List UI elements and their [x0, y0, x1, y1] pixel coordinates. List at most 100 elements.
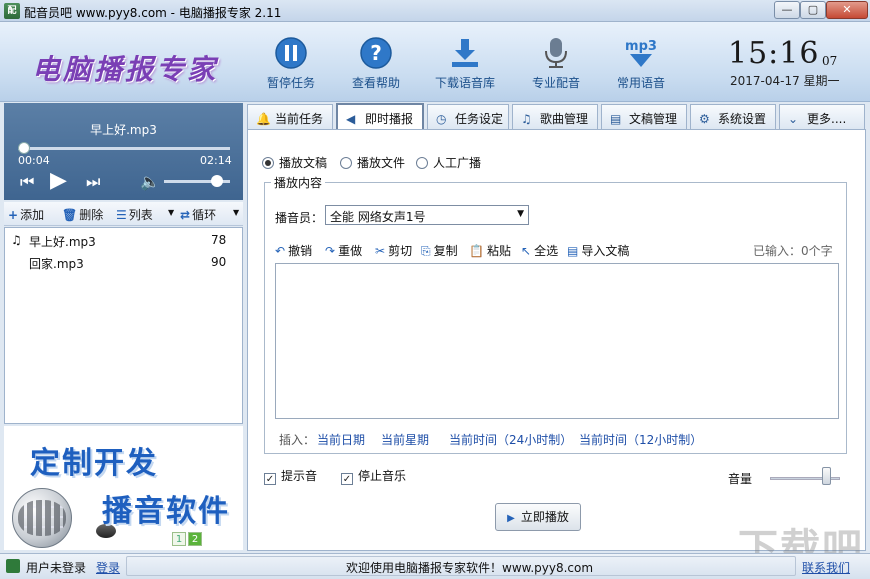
speaker-select[interactable]: 全能 网络女声1号 ▼	[325, 205, 529, 225]
contact-us-link[interactable]: 联系我们	[802, 559, 850, 576]
loop-dropdown-icon[interactable]: ▼	[233, 208, 239, 217]
insert-row: 插入： 当前日期 当前星期 当前时间（24小时制） 当前时间（12小时制）	[277, 429, 847, 447]
ad-banner[interactable]: 定制开发 播音软件 1 2	[4, 426, 243, 550]
tab-system-settings[interactable]: ⚙ 系统设置	[690, 104, 776, 129]
login-link[interactable]: 登录	[96, 559, 120, 576]
import-document-label: 导入文稿	[581, 244, 630, 258]
tab-current-task[interactable]: 🔔 当前任务	[247, 104, 333, 129]
select-all-button[interactable]: ↖ 全选	[521, 242, 558, 259]
tab-instant-broadcast[interactable]: ◀ 即时播报	[336, 103, 424, 130]
track-name: 回家.mp3	[29, 257, 84, 271]
insert-weekday-link[interactable]: 当前星期	[381, 431, 429, 448]
bell-icon: 🔔	[256, 112, 271, 126]
tab-label: 更多....	[807, 112, 847, 126]
checkbox-label: 提示音	[281, 469, 318, 483]
radio-play-file[interactable]: 播放文件	[340, 154, 405, 171]
prompt-sound-checkbox[interactable]: ✓ 提示音	[264, 467, 317, 485]
instant-broadcast-panel: 播放文稿 播放文件 人工广播 播放内容 播音员： 全能 网络女声1号 ▼ ↶ 撤销…	[247, 129, 866, 551]
window-title: 配音员吧 www.pyy8.com - 电脑播报专家 2.11	[24, 6, 282, 20]
speaker-value: 全能 网络女声1号	[330, 210, 426, 224]
delete-label: 删除	[79, 208, 104, 222]
tab-label: 任务设定	[455, 112, 504, 126]
insert-time-24h-link[interactable]: 当前时间（24小时制）	[449, 431, 572, 448]
radio-manual-broadcast[interactable]: 人工广播	[416, 154, 481, 171]
checkbox-label: 停止音乐	[358, 469, 407, 483]
cursor-icon: ↖	[521, 244, 532, 258]
minimize-button[interactable]: —	[774, 1, 800, 19]
insert-date-link[interactable]: 当前日期	[317, 431, 365, 448]
maximize-button[interactable]: ▢	[800, 1, 826, 19]
speaker-label: 播音员：	[275, 211, 324, 225]
loop-button[interactable]: ⇄ 循环	[180, 206, 216, 223]
pause-task-label: 暂停任务	[266, 76, 315, 90]
tab-label: 当前任务	[275, 112, 324, 126]
tab-document-management[interactable]: ▤ 文稿管理	[601, 104, 687, 129]
app-icon: 配	[4, 3, 20, 19]
ad-page-2[interactable]: 2	[188, 532, 202, 546]
tab-song-management[interactable]: ♫ 歌曲管理	[512, 104, 598, 129]
input-count: 已输入：0个字	[753, 244, 833, 258]
track-count: 78	[211, 233, 227, 247]
broadcast-text-area[interactable]	[275, 263, 839, 419]
radio-play-document[interactable]: 播放文稿	[262, 154, 327, 171]
play-now-button[interactable]: ▶ 立即播放	[495, 503, 581, 531]
status-bar: 用户未登录 登录 欢迎使用电脑播报专家软件！www.pyy8.com 联系我们	[0, 553, 870, 579]
radio-label: 播放文稿	[279, 156, 328, 170]
copy-label: 复制	[433, 244, 458, 258]
stop-music-checkbox[interactable]: ✓ 停止音乐	[341, 467, 406, 485]
progress-bar[interactable]	[18, 147, 230, 150]
volume-handle[interactable]	[210, 175, 223, 187]
insert-time-12h-link[interactable]: 当前时间（12小时制）	[579, 431, 702, 448]
chevron-down-icon: ⌄	[788, 112, 799, 126]
loop-icon: ⇄	[180, 208, 191, 222]
redo-button[interactable]: ↷ 重做	[325, 242, 362, 259]
broadcast-volume-handle[interactable]	[822, 467, 831, 485]
tab-more[interactable]: ⌄ 更多....	[779, 104, 865, 129]
music-icon: ♫	[521, 112, 532, 126]
undo-icon: ↶	[275, 244, 286, 258]
undo-button[interactable]: ↶ 撤销	[275, 242, 312, 259]
play-icon: ▶	[507, 513, 515, 524]
download-voice-lib-button[interactable]: 下载语音库	[425, 36, 505, 91]
radio-dot	[340, 157, 352, 169]
tab-label: 歌曲管理	[540, 112, 589, 126]
play-icon[interactable]: ▶	[50, 168, 67, 193]
music-note-icon: ♫	[11, 233, 22, 247]
redo-label: 重做	[338, 244, 363, 258]
speaker-icon: ◀	[346, 112, 356, 126]
tab-label: 即时播报	[365, 112, 414, 126]
import-document-button[interactable]: ▤ 导入文稿	[567, 242, 629, 259]
ad-page-1[interactable]: 1	[172, 532, 186, 546]
copy-button[interactable]: ⎘ 复制	[421, 242, 458, 259]
loop-label: 循环	[192, 208, 217, 222]
progress-handle[interactable]	[18, 142, 31, 154]
next-track-icon[interactable]: ⏭	[86, 172, 100, 192]
document-icon: ▤	[610, 112, 622, 126]
list-item[interactable]: 回家.mp3 90	[5, 252, 242, 272]
list-dropdown-icon[interactable]: ▼	[168, 208, 174, 217]
pro-dubbing-button[interactable]: 专业配音	[516, 36, 596, 91]
tab-task-settings[interactable]: ◷ 任务设定	[427, 104, 509, 129]
add-button[interactable]: + 添加	[8, 206, 44, 223]
list-button[interactable]: ☰ 列表	[116, 206, 153, 223]
delete-button[interactable]: 🗑 删除	[62, 206, 103, 223]
common-voice-label: 常用语音	[616, 76, 665, 90]
volume-icon[interactable]: 🔈	[140, 172, 160, 191]
close-button[interactable]: ✕	[826, 1, 868, 19]
plus-icon: +	[8, 208, 19, 222]
cut-button[interactable]: ✂ 剪切	[375, 242, 412, 259]
previous-track-icon[interactable]: ⏮	[20, 172, 34, 192]
view-help-button[interactable]: ? 查看帮助	[336, 36, 416, 91]
now-playing-title: 早上好.mp3	[90, 123, 157, 137]
paste-button[interactable]: 📋 粘贴	[469, 242, 511, 259]
play-now-label: 立即播放	[520, 510, 569, 524]
checkbox-box: ✓	[264, 473, 276, 485]
list-item[interactable]: ♫ 早上好.mp3 78	[5, 230, 242, 250]
microphone-icon	[545, 38, 567, 68]
view-help-label: 查看帮助	[351, 76, 400, 90]
pause-task-button[interactable]: 暂停任务	[251, 36, 331, 91]
common-voice-button[interactable]: mp3 常用语音	[601, 36, 681, 91]
download-voice-lib-label: 下载语音库	[434, 76, 495, 90]
pro-dubbing-label: 专业配音	[531, 76, 580, 90]
clock-time: 15:16	[728, 36, 820, 71]
